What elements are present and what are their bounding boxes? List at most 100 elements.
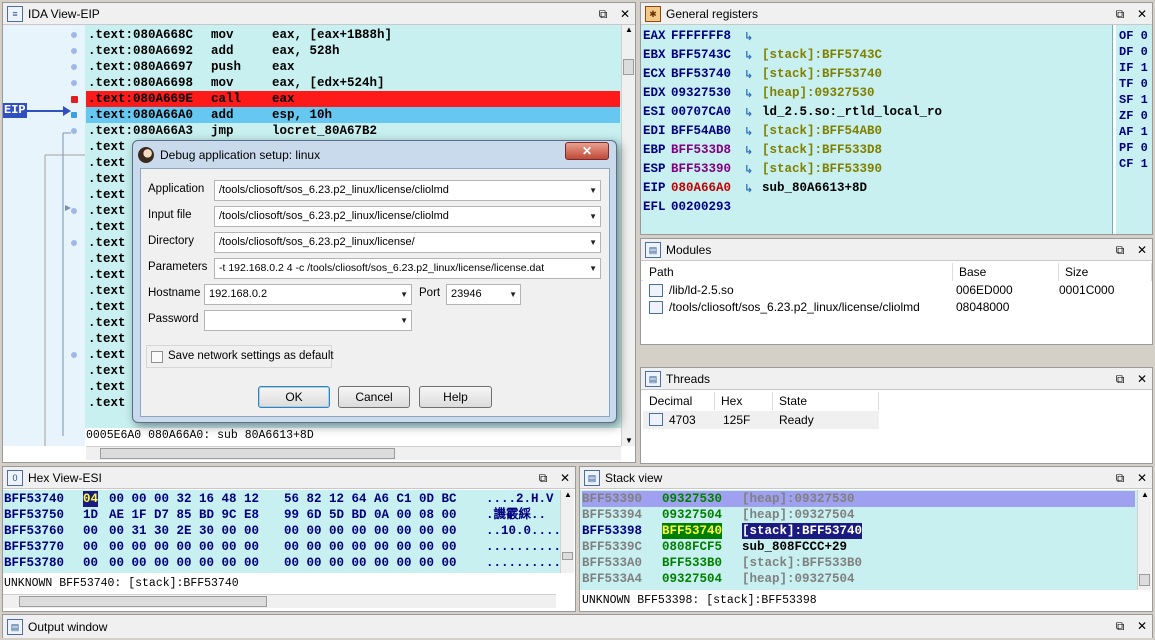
stack-row[interactable]: BFF53390 09327530 [heap]:09327530	[582, 491, 1135, 507]
breakpoint-dot-icon[interactable]	[71, 240, 77, 246]
save-settings-checkbox[interactable]	[151, 351, 163, 363]
scroll-down-icon[interactable]: ▼	[625, 436, 633, 445]
jump-arrow-icon[interactable]: ↳	[744, 122, 753, 141]
hex-row[interactable]: BFF53770 00 00 00 00 00 00 00 00 00 00 00 0…	[4, 539, 561, 555]
hex-hscroll-thumb[interactable]	[19, 596, 267, 607]
code-line[interactable]: .text:080A6698 mov eax, [edx+524h]	[86, 75, 620, 91]
hex-row[interactable]: BFF53740 04 00 00 00 32 16 48 12 56 82 12 6…	[4, 491, 559, 507]
close-icon[interactable]: ✕	[557, 470, 573, 486]
application-combo[interactable]: /tools/cliosoft/sos_6.23.p2_linux/licens…	[214, 180, 601, 201]
stack-vscrollbar[interactable]: ▲	[1137, 490, 1151, 590]
port-combo[interactable]: 23946 ▼	[446, 284, 521, 305]
stack-row[interactable]: BFF533A0 BFF533B0 [stack]:BFF533B0	[582, 555, 1135, 571]
chevron-down-icon[interactable]: ▼	[589, 207, 597, 226]
jump-arrow-icon[interactable]: ↳	[744, 179, 753, 198]
flag-row[interactable]: AF 1	[1119, 124, 1151, 140]
chevron-down-icon[interactable]: ▼	[509, 285, 517, 304]
module-row[interactable]: /lib/ld-2.5.so 006ED000 0001C000	[643, 282, 1151, 299]
stack-row[interactable]: BFF5339C 0808FCF5 sub_808FCCC+29	[582, 539, 1135, 555]
jump-arrow-icon[interactable]: ↳	[744, 27, 753, 46]
col-decimal[interactable]: Decimal	[643, 392, 715, 410]
dialog-close-button[interactable]: ✕	[565, 142, 609, 160]
breakpoint-dot-icon[interactable]	[71, 352, 77, 358]
flag-row[interactable]: TF 0	[1119, 76, 1151, 92]
register-row[interactable]: EDX 09327530 ↳ [heap]:09327530	[643, 84, 1111, 103]
cancel-button[interactable]: Cancel	[338, 386, 410, 408]
ida-vscroll-thumb[interactable]	[623, 59, 634, 75]
hex-row[interactable]: BFF53760 00 00 31 30 2E 30 00 00 00 00 00 0…	[4, 523, 561, 539]
flag-row[interactable]: CF 1	[1119, 156, 1151, 172]
flag-row[interactable]: SF 1	[1119, 92, 1151, 108]
scroll-up-icon[interactable]: ▲	[564, 490, 572, 499]
chevron-down-icon[interactable]: ▼	[589, 181, 597, 200]
flag-row[interactable]: ZF 0	[1119, 108, 1151, 124]
chevron-down-icon[interactable]: ▼	[589, 233, 597, 252]
hex-byte[interactable]: 00	[83, 539, 98, 555]
jump-arrow-icon[interactable]: ↳	[744, 103, 753, 122]
ida-hscroll-thumb[interactable]	[100, 448, 395, 459]
col-hex[interactable]: Hex	[715, 392, 773, 410]
close-icon[interactable]: ✕	[1134, 470, 1150, 486]
breakpoint-dot-icon[interactable]	[71, 80, 77, 86]
restore-icon[interactable]: ⧉	[1112, 618, 1128, 634]
code-line[interactable]: .text:080A6692 add eax, 528h	[86, 43, 620, 59]
stack-row[interactable]: BFF53398 BFF53740 [stack]:BFF53740	[582, 523, 1135, 539]
directory-combo[interactable]: /tools/cliosoft/sos_6.23.p2_linux/licens…	[214, 232, 601, 253]
code-line[interactable]: .text:080A66A3 jmp locret_80A67B2	[86, 123, 620, 139]
stack-row[interactable]: BFF533A4 09327504 [heap]:09327504	[582, 571, 1135, 587]
breakpoint-dot-icon[interactable]	[71, 64, 77, 70]
flag-row[interactable]: IF 1	[1119, 60, 1151, 76]
restore-icon[interactable]: ⧉	[1112, 470, 1128, 486]
restore-icon[interactable]: ⧉	[595, 6, 611, 22]
hex-byte[interactable]: 04	[83, 491, 99, 507]
code-line[interactable]: .text:080A66A0 add esp, 10h	[86, 107, 620, 123]
chevron-down-icon[interactable]: ▼	[400, 311, 408, 330]
ok-button[interactable]: OK	[258, 386, 330, 408]
stack-row[interactable]: BFF53394 09327504 [heap]:09327504	[582, 507, 1135, 523]
ida-hscrollbar[interactable]	[86, 446, 621, 460]
register-row[interactable]: EFL 00200293	[643, 198, 1111, 217]
breakpoint-dot-icon[interactable]	[71, 208, 77, 214]
register-row[interactable]: ESI 00707CA0 ↳ ld_2.5.so:_rtld_local_ro	[643, 103, 1111, 122]
breakpoint-dot-icon[interactable]	[71, 112, 77, 118]
hex-byte[interactable]: 00	[83, 523, 98, 539]
hex-hscrollbar[interactable]	[3, 594, 556, 608]
register-row[interactable]: EIP 080A66A0 ↳ sub_80A6613+8D	[643, 179, 1111, 198]
code-line[interactable]: .text:080A669E call eax	[86, 91, 620, 107]
password-combo[interactable]: ▼	[204, 310, 412, 331]
restore-icon[interactable]: ⧉	[1112, 6, 1128, 22]
register-row[interactable]: EBP BFF533D8 ↳ [stack]:BFF533D8	[643, 141, 1111, 160]
flag-row[interactable]: OF 0	[1119, 28, 1151, 44]
jump-arrow-icon[interactable]: ↳	[744, 141, 753, 160]
jump-arrow-icon[interactable]: ↳	[744, 46, 753, 65]
jump-arrow-icon[interactable]: ↳	[744, 65, 753, 84]
restore-icon[interactable]: ⧉	[1112, 242, 1128, 258]
close-icon[interactable]: ✕	[1134, 371, 1150, 387]
code-line[interactable]: .text:080A6697 push eax	[86, 59, 620, 75]
hex-byte[interactable]: 00	[83, 555, 98, 571]
hex-row[interactable]: BFF53750 1D AE 1F D7 85 BD 9C E8 99 6D 5D B…	[4, 507, 559, 523]
hex-byte[interactable]: 1D	[83, 507, 98, 523]
ida-vscrollbar[interactable]: ▲ ▼	[621, 25, 635, 446]
hex-row[interactable]: BFF53780 00 00 00 00 00 00 00 00 00 00 00 0…	[4, 555, 561, 571]
register-row[interactable]: ESP BFF53390 ↳ [stack]:BFF53390	[643, 160, 1111, 179]
code-line[interactable]: .text:080A668C mov eax, [eax+1B88h]	[86, 27, 620, 43]
parameters-combo[interactable]: -t 192.168.0.2 4 -c /tools/cliosoft/sos_…	[214, 258, 601, 279]
col-state[interactable]: State	[773, 392, 879, 410]
register-row[interactable]: EAX FFFFFFF8 ↳	[643, 27, 1111, 46]
breakpoint-dot-icon[interactable]	[71, 96, 78, 103]
close-icon[interactable]: ✕	[1134, 242, 1150, 258]
close-icon[interactable]: ✕	[1134, 6, 1150, 22]
register-row[interactable]: EDI BFF54AB0 ↳ [stack]:BFF54AB0	[643, 122, 1111, 141]
input-file-combo[interactable]: /tools/cliosoft/sos_6.23.p2_linux/licens…	[214, 206, 601, 227]
close-icon[interactable]: ✕	[617, 6, 633, 22]
col-base[interactable]: Base	[953, 263, 1059, 281]
flag-row[interactable]: DF 0	[1119, 44, 1151, 60]
scroll-up-icon[interactable]: ▲	[1141, 490, 1149, 499]
hex-vscroll-thumb[interactable]	[562, 552, 573, 560]
chevron-down-icon[interactable]: ▼	[589, 259, 597, 278]
restore-icon[interactable]: ⧉	[535, 470, 551, 486]
restore-icon[interactable]: ⧉	[1112, 371, 1128, 387]
stack-vscroll-thumb[interactable]	[1139, 574, 1150, 586]
help-button[interactable]: Help	[419, 386, 492, 408]
